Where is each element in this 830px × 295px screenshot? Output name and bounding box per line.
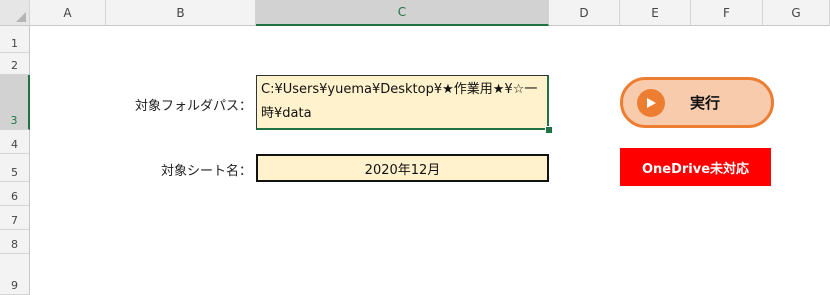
column-header-b[interactable]: B: [106, 0, 256, 26]
select-all-icon: [16, 12, 26, 22]
sheet-name-input[interactable]: 2020年12月: [256, 154, 549, 182]
row-header-4[interactable]: 4: [0, 130, 30, 154]
row-header-6[interactable]: 6: [0, 182, 30, 206]
column-header-c[interactable]: C: [256, 0, 549, 26]
row-header-2[interactable]: 2: [0, 53, 30, 75]
folder-path-input[interactable]: C:¥Users¥yuema¥Desktop¥★作業用★¥☆一時¥data: [256, 75, 549, 130]
onedrive-unsupported-badge: OneDrive未対応: [620, 148, 771, 186]
column-header-d[interactable]: D: [549, 0, 620, 26]
row-header-3[interactable]: 3: [0, 75, 30, 130]
run-button-label: 実行: [689, 94, 720, 112]
run-button[interactable]: 実行: [620, 77, 774, 128]
folder-path-label: 対象フォルダパス：: [134, 99, 252, 114]
row-header-8[interactable]: 8: [0, 230, 30, 254]
sheet-name-label: 対象シート名：: [160, 164, 252, 179]
select-all-corner[interactable]: [0, 0, 30, 26]
row-header-7[interactable]: 7: [0, 206, 30, 230]
play-circle-icon: [637, 88, 665, 117]
column-header-g[interactable]: G: [763, 0, 830, 26]
row-header-5[interactable]: 5: [0, 154, 30, 182]
column-header-f[interactable]: F: [691, 0, 763, 26]
column-header-e[interactable]: E: [620, 0, 691, 26]
fill-handle[interactable]: [545, 126, 553, 134]
row-header-9[interactable]: 9: [0, 254, 30, 295]
column-header-a[interactable]: A: [30, 0, 106, 26]
row-header-1[interactable]: 1: [0, 26, 30, 53]
